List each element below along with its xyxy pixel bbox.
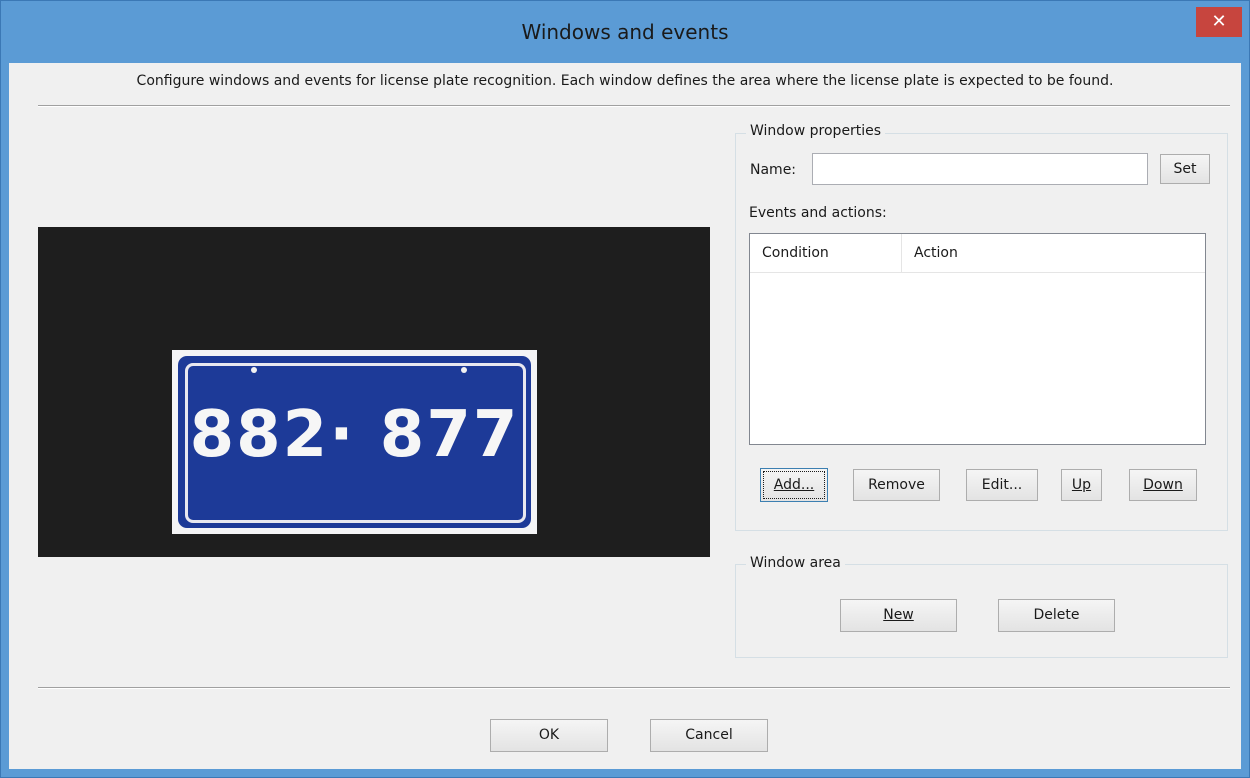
events-actions-label: Events and actions:: [749, 205, 887, 221]
new-button[interactable]: New: [840, 599, 957, 632]
new-button-label: New: [883, 607, 914, 623]
down-button[interactable]: Down: [1129, 469, 1197, 501]
name-label: Name:: [750, 162, 797, 178]
dialog-window: Windows and events ✕ Configure windows a…: [0, 0, 1250, 778]
up-button-label: Up: [1071, 477, 1092, 493]
window-area-label: Window area: [746, 555, 845, 571]
dialog-title: Windows and events: [521, 20, 729, 44]
plate-number: 882· 877: [189, 398, 520, 472]
edit-button[interactable]: Edit...: [966, 469, 1038, 501]
add-button-label: Add...: [773, 477, 815, 493]
dialog-description: Configure windows and events for license…: [136, 73, 1114, 89]
name-input[interactable]: [812, 153, 1148, 185]
license-plate: 882· 877: [178, 356, 531, 528]
add-button[interactable]: Add...: [760, 468, 828, 502]
title-bar[interactable]: Windows and events ✕: [1, 1, 1249, 63]
bottom-divider: [38, 687, 1230, 689]
ok-button[interactable]: OK: [490, 719, 608, 752]
dialog-client-area: Configure windows and events for license…: [9, 63, 1241, 769]
top-divider: [38, 105, 1230, 107]
cancel-button[interactable]: Cancel: [650, 719, 768, 752]
window-properties-label: Window properties: [746, 123, 886, 139]
events-actions-list[interactable]: Condition Action: [749, 233, 1206, 445]
list-header: Condition Action: [750, 234, 1205, 273]
down-button-label: Down: [1143, 477, 1183, 493]
license-plate-image: 882· 877: [172, 350, 537, 534]
plate-bolt-right: [461, 367, 467, 373]
remove-button[interactable]: Remove: [853, 469, 940, 501]
up-button[interactable]: Up: [1061, 469, 1102, 501]
close-icon: ✕: [1211, 11, 1227, 32]
column-header-condition[interactable]: Condition: [750, 234, 902, 272]
delete-button[interactable]: Delete: [998, 599, 1115, 632]
set-button[interactable]: Set: [1160, 154, 1210, 184]
close-button[interactable]: ✕: [1196, 7, 1242, 37]
camera-preview[interactable]: 882· 877: [38, 227, 710, 557]
column-header-action[interactable]: Action: [902, 234, 1205, 272]
window-area-group: [735, 564, 1228, 658]
plate-bolt-left: [251, 367, 257, 373]
